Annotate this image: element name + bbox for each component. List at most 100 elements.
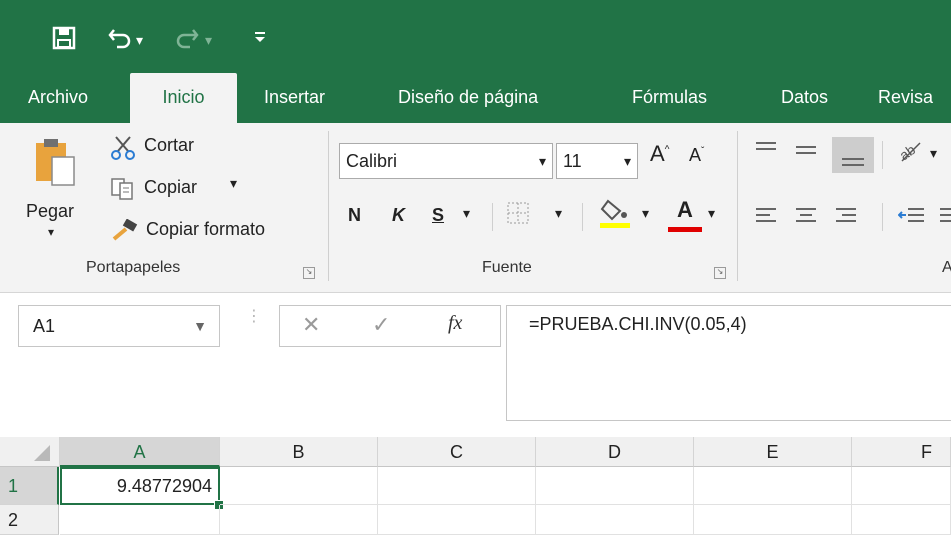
column-header-c[interactable]: C xyxy=(378,437,536,467)
paste-button[interactable]: Pegar ▾ xyxy=(26,133,86,243)
font-name-select[interactable]: Calibri ▾ xyxy=(339,143,553,179)
decrease-indent-button[interactable] xyxy=(897,203,926,232)
cell-d2[interactable] xyxy=(536,505,694,535)
resize-handle-icon[interactable]: ⋮ xyxy=(246,309,262,325)
column-header-b[interactable]: B xyxy=(220,437,378,467)
column-header-a[interactable]: A xyxy=(60,437,220,467)
font-color-swatch xyxy=(668,227,702,232)
copy-dropdown-icon[interactable]: ▾ xyxy=(230,175,237,192)
copy-icon xyxy=(110,177,136,206)
decrease-font-size-button[interactable]: Aˇ xyxy=(689,145,704,166)
borders-icon xyxy=(507,202,529,224)
align-bottom-button[interactable] xyxy=(832,137,874,173)
divider xyxy=(882,203,883,231)
formula-bar: A1 ▼ ⋮ ✕ ✓ fx =PRUEBA.CHI.INV(0.05,4) xyxy=(0,293,951,433)
increase-font-size-icon: A xyxy=(650,141,665,166)
font-name-value: Calibri xyxy=(346,151,398,171)
tab-diseno-de-pagina[interactable]: Diseño de página xyxy=(398,73,538,123)
font-group-label: Fuente xyxy=(482,259,532,276)
font-color-dropdown-icon[interactable]: ▾ xyxy=(708,205,715,222)
increase-indent-icon xyxy=(940,208,951,222)
underline-dropdown-icon[interactable]: ▾ xyxy=(463,205,470,222)
column-header-d[interactable]: D xyxy=(536,437,694,467)
orientation-icon: ab xyxy=(896,141,921,163)
italic-button[interactable]: K xyxy=(392,205,405,226)
redo-icon[interactable] xyxy=(175,26,199,55)
underline-button[interactable]: S xyxy=(432,205,444,226)
cell-c2[interactable] xyxy=(378,505,536,535)
select-all-corner[interactable] xyxy=(0,437,60,467)
column-header-f[interactable]: F xyxy=(852,437,951,467)
customize-icon[interactable] xyxy=(253,26,267,54)
cell-d1[interactable] xyxy=(536,467,694,505)
formula-buttons: ✕ ✓ fx xyxy=(279,305,501,347)
align-top-icon xyxy=(756,142,776,150)
align-left-button[interactable] xyxy=(752,203,780,232)
format-painter-icon xyxy=(110,218,138,248)
undo-dropdown-icon[interactable]: ▾ xyxy=(136,28,143,52)
column-header-e[interactable]: E xyxy=(694,437,852,467)
cell-a2[interactable] xyxy=(60,505,220,535)
font-color-icon: A xyxy=(677,197,693,222)
redo-dropdown-icon[interactable]: ▾ xyxy=(205,28,212,52)
cancel-icon[interactable]: ✕ xyxy=(302,312,320,338)
cell-e1[interactable] xyxy=(694,467,852,505)
orientation-button[interactable]: ab xyxy=(896,139,924,168)
row-header-1[interactable]: 1 xyxy=(0,467,59,505)
ribbon-tabs: Archivo Inicio Insertar Diseño de página… xyxy=(0,73,951,123)
increase-indent-button[interactable] xyxy=(938,203,951,232)
tab-datos[interactable]: Datos xyxy=(781,73,828,123)
quick-access-toolbar: ▾ ▾ xyxy=(0,0,951,73)
font-size-dropdown-icon: ▾ xyxy=(623,153,631,169)
divider xyxy=(582,203,583,231)
copy-label: Copiar xyxy=(144,177,198,197)
borders-dropdown-icon[interactable]: ▾ xyxy=(555,205,562,222)
cell-a1[interactable]: 9.48772904 xyxy=(60,467,220,505)
insert-function-icon[interactable]: fx xyxy=(448,312,462,335)
align-middle-icon xyxy=(796,146,816,154)
cell-b2[interactable] xyxy=(220,505,378,535)
tab-archivo[interactable]: Archivo xyxy=(28,73,88,123)
cell-e2[interactable] xyxy=(694,505,852,535)
decrease-indent-icon xyxy=(897,208,924,222)
align-right-button[interactable] xyxy=(832,203,860,232)
font-color-button[interactable]: A xyxy=(668,197,702,232)
borders-button[interactable] xyxy=(506,201,530,230)
align-center-button[interactable] xyxy=(792,203,820,232)
select-all-icon xyxy=(34,445,50,461)
cell-f2[interactable] xyxy=(852,505,951,535)
row-header-2[interactable]: 2 xyxy=(0,505,59,535)
clipboard-launcher-icon[interactable]: ↘ xyxy=(303,267,315,279)
fill-color-dropdown-icon[interactable]: ▾ xyxy=(642,205,649,222)
increase-font-size-button[interactable]: A^ xyxy=(650,141,669,167)
undo-icon[interactable] xyxy=(108,26,132,55)
align-top-button[interactable] xyxy=(752,137,780,166)
align-middle-button[interactable] xyxy=(792,137,820,166)
format-painter-label: Copiar formato xyxy=(146,219,266,239)
font-size-select[interactable]: 11 ▾ xyxy=(556,143,638,179)
enter-icon[interactable]: ✓ xyxy=(372,312,390,338)
cell-b1[interactable] xyxy=(220,467,378,505)
align-left-icon xyxy=(756,208,776,222)
name-box[interactable]: A1 ▼ xyxy=(18,305,220,347)
align-center-icon xyxy=(796,208,816,222)
fill-color-icon xyxy=(600,199,630,228)
tab-inicio[interactable]: Inicio xyxy=(130,73,237,123)
fill-color-button[interactable] xyxy=(600,197,630,234)
save-icon[interactable] xyxy=(52,26,76,55)
tab-formulas[interactable]: Fórmulas xyxy=(632,73,707,123)
bold-button[interactable]: N xyxy=(348,205,361,226)
cell-f1[interactable] xyxy=(852,467,951,505)
align-right-icon xyxy=(836,208,856,222)
cell-c1[interactable] xyxy=(378,467,536,505)
clipboard-icon xyxy=(34,137,78,192)
tab-insertar[interactable]: Insertar xyxy=(264,73,325,123)
orientation-dropdown-icon[interactable]: ▾ xyxy=(930,145,937,162)
scissors-icon xyxy=(110,135,136,166)
align-bottom-icon xyxy=(842,158,864,166)
font-name-dropdown-icon: ▾ xyxy=(538,153,546,169)
formula-input[interactable]: =PRUEBA.CHI.INV(0.05,4) xyxy=(506,305,951,421)
font-size-value: 11 xyxy=(563,151,582,171)
tab-revisar[interactable]: Revisa xyxy=(878,73,933,123)
font-launcher-icon[interactable]: ↘ xyxy=(714,267,726,279)
